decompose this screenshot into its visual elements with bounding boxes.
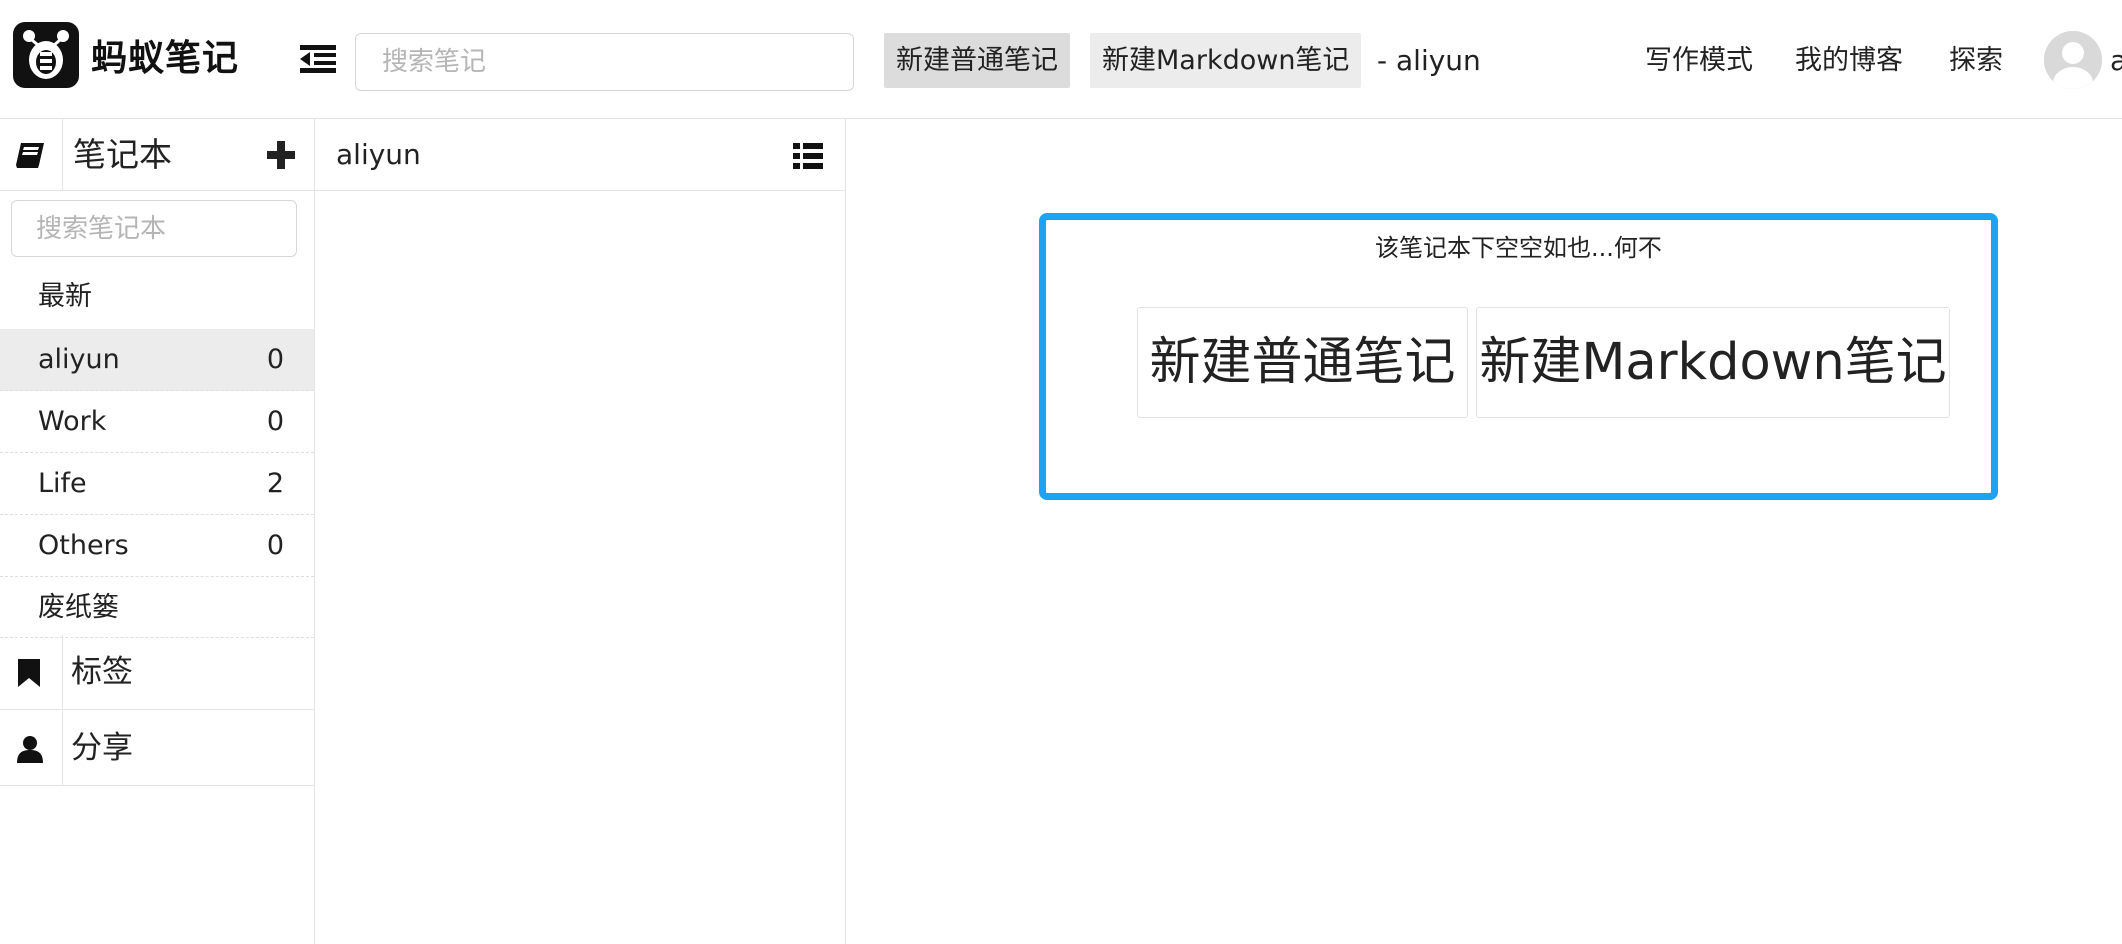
notebook-item-label: Life bbox=[38, 468, 87, 499]
sidebar-item-tags[interactable]: 标签 bbox=[0, 635, 314, 710]
new-normal-note-button[interactable]: 新建普通笔记 bbox=[884, 33, 1070, 88]
sidebar-item-label: 分享 bbox=[71, 730, 133, 766]
add-notebook-icon[interactable] bbox=[265, 139, 297, 171]
nav-explore[interactable]: 探索 bbox=[1949, 33, 2003, 88]
notebook-item-label: aliyun bbox=[38, 344, 120, 375]
sidebar-item-label: 标签 bbox=[71, 654, 133, 690]
notebook-item-count: 0 bbox=[266, 530, 284, 561]
note-list-header: aliyun bbox=[315, 119, 845, 191]
notebook-item-label: 废纸篓 bbox=[38, 592, 119, 623]
user-icon bbox=[17, 736, 43, 763]
sidebar-item-share[interactable]: 分享 bbox=[0, 711, 314, 786]
app-logo[interactable]: 蚂蚁笔记 bbox=[13, 22, 239, 88]
notebook-item-latest[interactable]: 最新 bbox=[0, 264, 314, 329]
username[interactable]: a bbox=[2110, 33, 2122, 88]
avatar[interactable] bbox=[2044, 31, 2102, 89]
notebook-item-label: Work bbox=[38, 406, 107, 437]
notebook-item-aliyun[interactable]: aliyun 0 bbox=[0, 329, 314, 391]
note-list-panel: aliyun bbox=[315, 119, 846, 944]
notebook-item-trash[interactable]: 废纸篓 bbox=[0, 577, 314, 638]
nav-write-mode[interactable]: 写作模式 bbox=[1645, 33, 1753, 88]
logo-text: 蚂蚁笔记 bbox=[91, 38, 240, 79]
search-notebook-input[interactable] bbox=[11, 200, 297, 257]
notebook-item-life[interactable]: Life 2 bbox=[0, 453, 314, 515]
notebook-item-count: 0 bbox=[266, 406, 284, 437]
notebook-list: 最新 aliyun 0 Work 0 Life 2 Others 0 废纸篓 bbox=[0, 264, 314, 638]
new-markdown-note-button[interactable]: 新建Markdown笔记 bbox=[1090, 33, 1362, 88]
current-notebook-label: - aliyun bbox=[1377, 44, 1481, 77]
list-view-icon[interactable] bbox=[793, 143, 823, 169]
search-note-input[interactable] bbox=[355, 33, 854, 91]
ant-logo-icon bbox=[13, 22, 79, 88]
notebook-sidebar: 笔记本 最新 aliyun 0 Work 0 Life 2 Others 0 bbox=[0, 119, 315, 944]
empty-new-normal-note-button[interactable]: 新建普通笔记 bbox=[1137, 307, 1468, 418]
bookmark-icon bbox=[18, 659, 40, 687]
notebook-item-label: Others bbox=[38, 530, 129, 561]
empty-notebook-panel: 该笔记本下空空如也...何不 新建普通笔记 新建Markdown笔记 bbox=[1039, 213, 1998, 500]
notebook-item-label: 最新 bbox=[38, 281, 92, 312]
nav-my-blog[interactable]: 我的博客 bbox=[1795, 33, 1903, 88]
top-header: 蚂蚁笔记 新建普通笔记 新建Markdown笔记 - aliyun 写作模式 我… bbox=[0, 0, 2122, 119]
notebook-item-others[interactable]: Others 0 bbox=[0, 515, 314, 577]
notebook-title: 笔记本 bbox=[73, 135, 172, 174]
notebook-item-count: 0 bbox=[266, 344, 284, 375]
empty-new-markdown-note-button[interactable]: 新建Markdown笔记 bbox=[1476, 307, 1950, 418]
user-avatar-icon bbox=[2044, 31, 2102, 89]
notebook-header: 笔记本 bbox=[0, 119, 314, 191]
note-list-title: aliyun bbox=[336, 138, 421, 171]
notebook-item-count: 2 bbox=[266, 468, 284, 499]
notebook-item-work[interactable]: Work 0 bbox=[0, 391, 314, 453]
book-icon bbox=[16, 143, 44, 168]
empty-notebook-message: 该笔记本下空空如也...何不 bbox=[1375, 234, 1662, 262]
collapse-sidebar-icon[interactable] bbox=[300, 44, 336, 74]
